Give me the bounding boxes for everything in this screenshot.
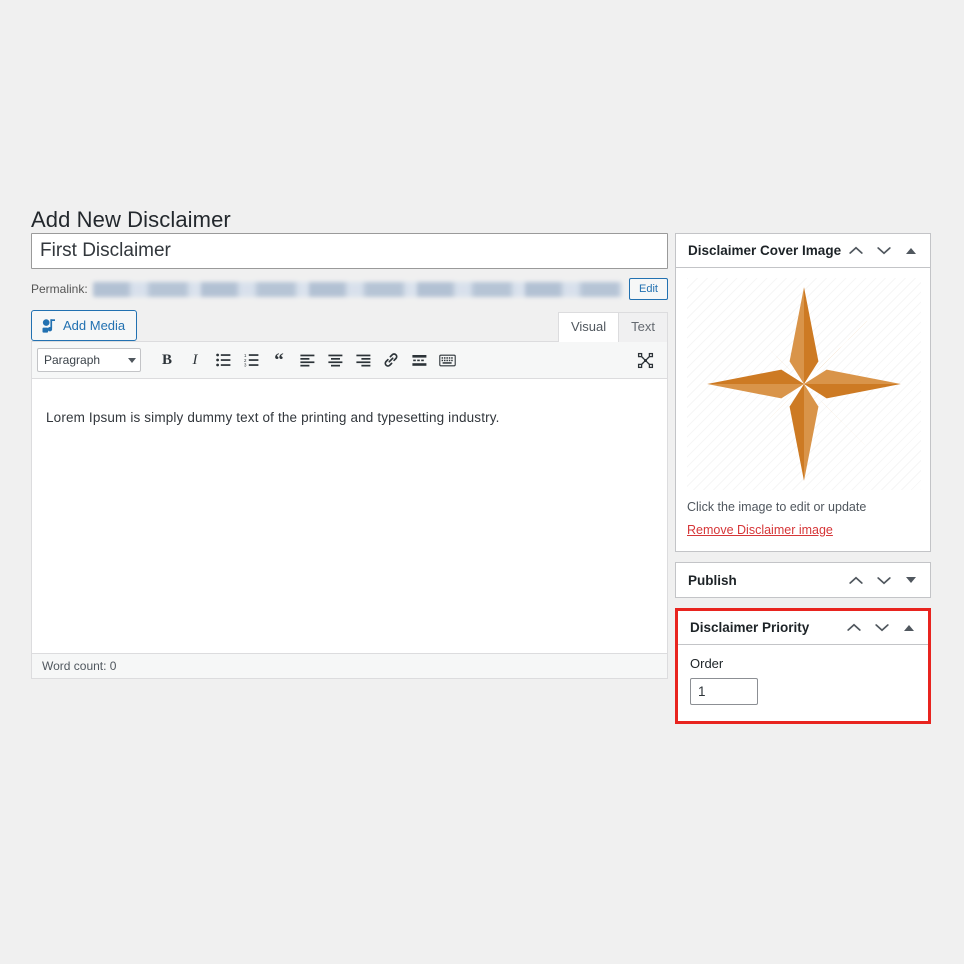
editor-toolbar: Paragraph B I 1 2 3 “ [32,342,667,379]
remove-disclaimer-image-link[interactable]: Remove Disclaimer image [687,523,833,537]
panel-header: Publish [676,563,930,597]
chevron-down-icon[interactable] [874,570,894,590]
chevron-down-icon[interactable] [874,241,894,261]
cover-image-caption: Click the image to edit or update [687,500,867,514]
paragraph-format-select[interactable]: Paragraph [37,348,141,372]
panel-title: Publish [688,572,737,588]
panel-title: Disclaimer Priority [690,620,810,635]
panel-controls [846,241,920,261]
add-media-label: Add Media [63,318,126,333]
triangle-down-icon[interactable] [902,570,920,590]
chevron-down-icon[interactable] [872,618,892,638]
cover-image-thumbnail[interactable] [687,278,921,490]
editor-paragraph: Lorem Ipsum is simply dummy text of the … [46,409,500,425]
permalink-edit-button[interactable]: Edit [629,278,668,300]
chevron-up-icon[interactable] [846,570,866,590]
panel-body: Order [678,645,928,721]
eight-pointed-star-image [707,287,901,481]
format-select-value: Paragraph [44,353,101,367]
order-input[interactable] [690,678,758,705]
align-right-icon[interactable] [349,347,377,373]
align-center-icon[interactable] [321,347,349,373]
chevron-down-icon [128,357,136,363]
sidebar-column: Disclaimer Cover Image Click the image t… [675,233,931,734]
triangle-up-icon[interactable] [900,618,918,638]
panel-body: Click the image to edit or update Remove… [676,268,930,551]
panel-header: Disclaimer Priority [678,611,928,645]
link-icon[interactable] [377,347,405,373]
bold-icon[interactable]: B [153,347,181,373]
order-field-label: Order [690,656,724,671]
panel-controls [846,570,920,590]
tab-visual[interactable]: Visual [557,312,620,342]
align-left-icon[interactable] [293,347,321,373]
italic-icon[interactable]: I [181,347,209,373]
bulleted-list-icon[interactable] [209,347,237,373]
panel-disclaimer-cover-image: Disclaimer Cover Image Click the image t… [675,233,931,552]
media-icon [41,318,57,334]
read-more-icon[interactable] [405,347,433,373]
editor-box: Paragraph B I 1 2 3 “ Lorem Ipsum is sim… [31,341,668,679]
page-title: Add New Disclaimer [31,206,231,232]
permalink-label: Permalink: [31,282,88,296]
panel-publish: Publish [675,562,931,598]
post-editor-column: Permalink: Edit Add Media Visual [31,233,668,679]
numbered-list-icon[interactable]: 1 2 3 [237,347,265,373]
editor-content-area[interactable]: Lorem Ipsum is simply dummy text of the … [32,379,667,653]
triangle-up-icon[interactable] [902,241,920,261]
media-and-tabs-row: Add Media Visual Text [31,310,668,342]
post-title-input[interactable] [31,233,668,269]
panel-title: Disclaimer Cover Image [688,243,842,258]
word-count-status: Word count: 0 [32,653,667,678]
wordpress-admin-page: Add New Disclaimer Permalink: Edit [0,0,964,964]
editor-mode-tabs: Visual Text [557,312,668,342]
permalink-row: Permalink: Edit [31,278,668,300]
chevron-up-icon[interactable] [844,618,864,638]
keyboard-shortcuts-icon[interactable] [433,347,461,373]
tab-text[interactable]: Text [618,312,668,342]
distraction-free-icon[interactable] [631,347,659,373]
svg-text:3: 3 [244,363,247,367]
add-media-button[interactable]: Add Media [31,310,138,341]
chevron-up-icon[interactable] [846,241,866,261]
panel-disclaimer-priority: Disclaimer Priority Order [675,608,931,724]
panel-header: Disclaimer Cover Image [676,234,930,268]
permalink-url-redacted[interactable] [92,281,623,297]
blockquote-icon[interactable]: “ [265,347,293,373]
panel-controls [844,618,918,638]
